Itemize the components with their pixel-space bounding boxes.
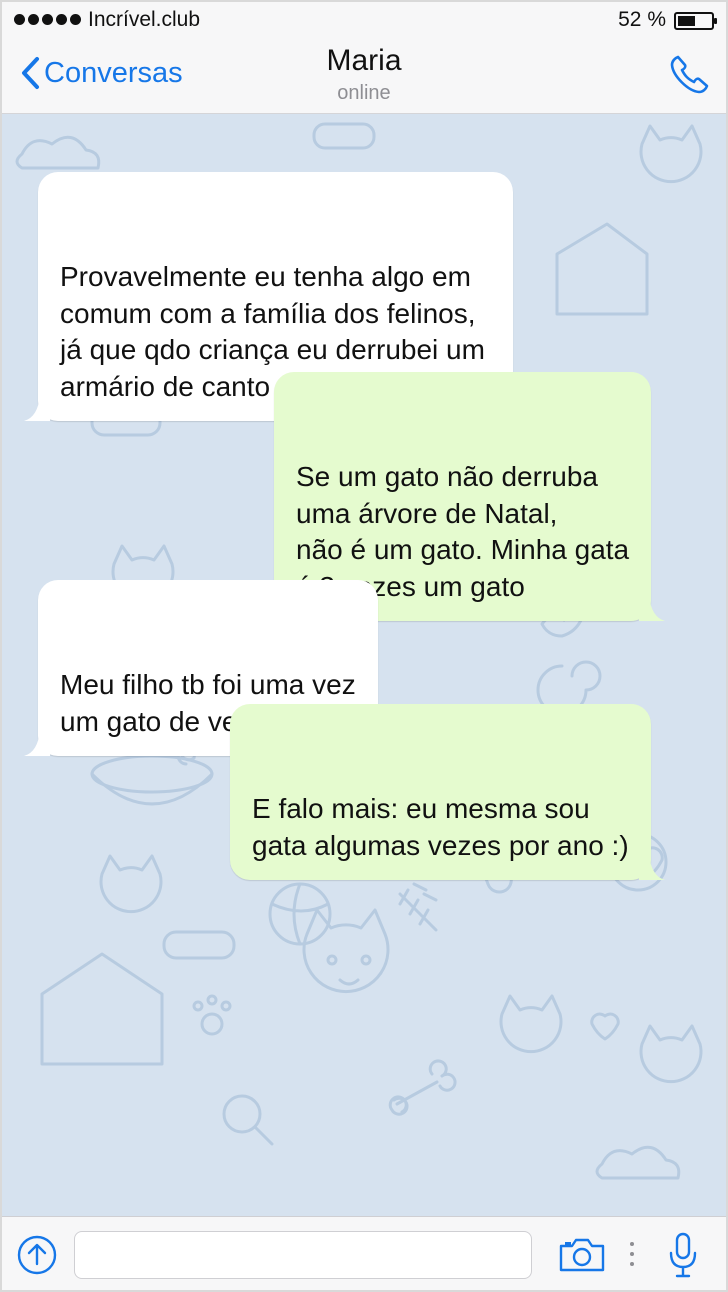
message-composer xyxy=(2,1216,726,1290)
microphone-icon xyxy=(669,1232,697,1278)
bubble-tail xyxy=(24,395,50,421)
chat-header: Conversas Maria online xyxy=(2,38,726,114)
message-list[interactable]: Provavelmente eu tenha algo em comum com… xyxy=(2,114,726,1220)
battery-icon xyxy=(674,12,717,30)
message-text: E falo mais: eu mesma sou gata algumas v… xyxy=(252,793,629,861)
outgoing-message-bubble[interactable]: E falo mais: eu mesma sou gata algumas v… xyxy=(230,704,665,880)
phone-screen: Incrível.club 52 % Conversas Maria onlin… xyxy=(0,0,728,1292)
contact-status: online xyxy=(337,82,391,104)
status-bar: Incrível.club 52 % xyxy=(2,2,726,38)
bubble-tail xyxy=(24,730,50,756)
phone-icon xyxy=(670,55,709,94)
attach-button[interactable] xyxy=(16,1234,58,1281)
camera-button[interactable] xyxy=(558,1237,606,1278)
separator-dots-icon xyxy=(630,1242,634,1266)
upload-icon xyxy=(17,1235,57,1275)
message-input[interactable] xyxy=(74,1231,532,1279)
carrier-name: Incrível.club xyxy=(88,8,201,31)
contact-name[interactable]: Maria xyxy=(2,44,726,78)
signal-strength-icon xyxy=(14,14,81,25)
bubble-tail xyxy=(638,854,665,880)
bubble-tail xyxy=(639,595,666,621)
call-button[interactable] xyxy=(668,52,712,101)
battery-percent: 52 % xyxy=(618,8,666,31)
camera-icon xyxy=(559,1238,605,1272)
voice-message-button[interactable] xyxy=(668,1231,698,1284)
